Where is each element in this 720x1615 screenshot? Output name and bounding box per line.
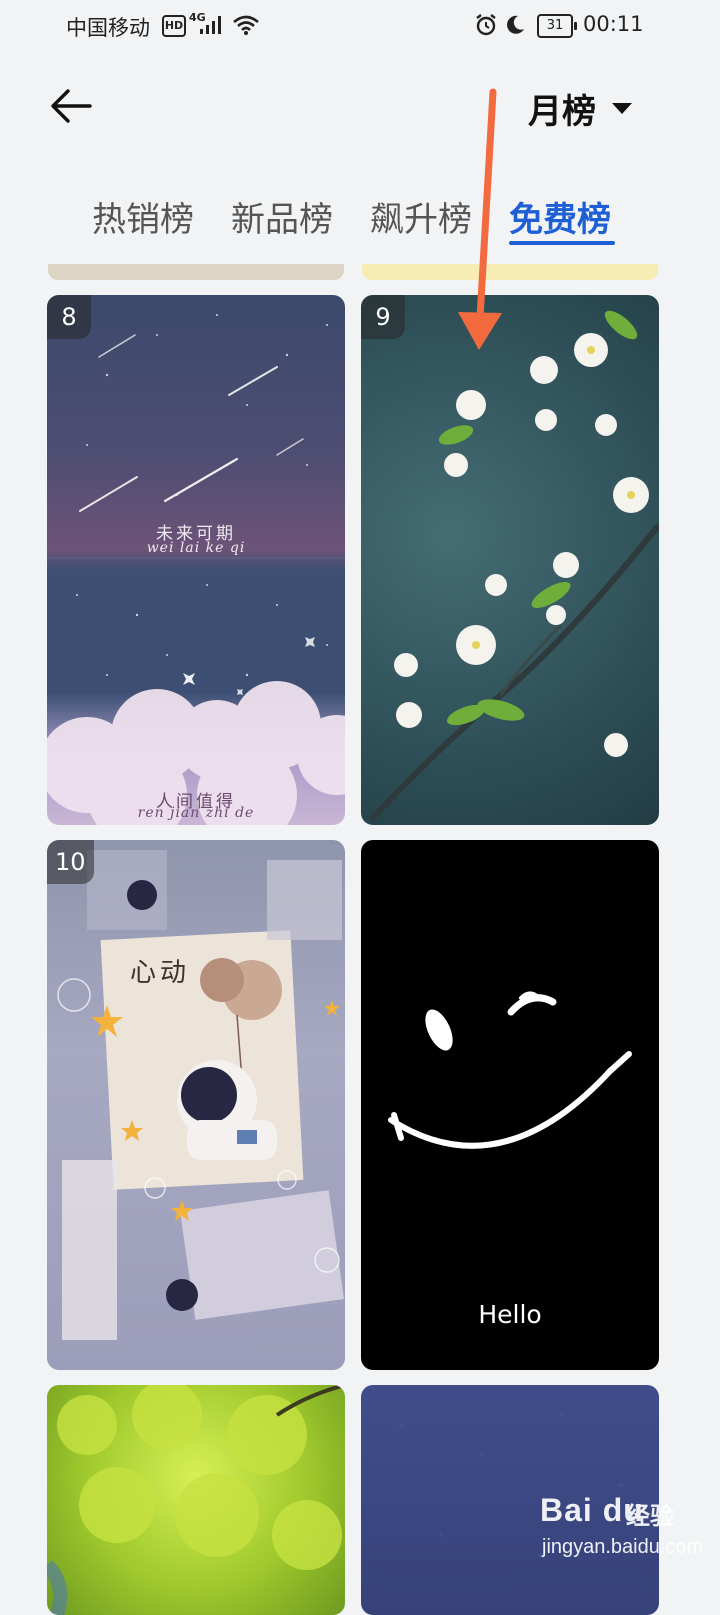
hd-badge: HD [162, 15, 186, 37]
tab-new[interactable]: 新品榜 [231, 192, 333, 241]
period-dropdown[interactable]: 月榜 [528, 86, 632, 132]
baidu-jingyan-watermark: Bai du 经验 jingyan.baidu.com [540, 1492, 710, 1582]
wallpaper-image [368, 310, 659, 823]
ranking-tabs: 热销榜 新品榜 飙升榜 免费榜 [0, 192, 720, 252]
image-divider [47, 557, 345, 559]
tab-rising[interactable]: 飙升榜 [370, 192, 472, 241]
wallpaper-card[interactable]: 心动 10 [47, 840, 345, 1370]
wallpaper-card[interactable] [47, 1385, 345, 1615]
previous-card-edge[interactable] [362, 264, 658, 280]
clock: 00:11 [583, 12, 644, 36]
wallpaper-image [47, 1385, 345, 1615]
signal-icon [200, 16, 221, 34]
wallpaper-heading: 心动 [130, 958, 191, 988]
smiley-face-icon [388, 991, 632, 1149]
rank-badge: 10 [47, 840, 94, 884]
period-label: 月榜 [528, 91, 596, 132]
wallpaper-image [47, 314, 345, 825]
wifi-icon [233, 15, 259, 35]
wallpaper-card[interactable]: Hello [361, 840, 659, 1370]
caption-top-pinyin: wei lai ke qi [146, 540, 246, 556]
wallpaper-image [57, 850, 344, 1340]
watermark-title: 经验 [626, 1502, 674, 1530]
wallpaper-text: Hello [478, 1300, 542, 1329]
status-bar: 中国移动 HD 4G 31 00:11 [0, 0, 720, 52]
carrier-label: 中国移动 [66, 16, 150, 40]
active-tab-indicator [509, 241, 615, 245]
previous-card-edge[interactable] [48, 264, 344, 280]
battery-icon: 31 [537, 14, 577, 38]
moon-icon [507, 15, 524, 34]
alarm-icon [476, 14, 496, 36]
rank-badge: 8 [47, 295, 91, 339]
watermark-url: jingyan.baidu.com [542, 1536, 704, 1558]
wallpaper-card[interactable]: 未来可期 wei lai ke qi 人间值得 ren jian zhi de … [47, 295, 345, 825]
back-arrow-icon[interactable] [48, 86, 96, 126]
tab-free[interactable]: 免费榜 [509, 192, 611, 241]
rank-badge: 9 [361, 295, 405, 339]
tab-bestseller[interactable]: 热销榜 [92, 192, 194, 241]
wallpaper-card[interactable]: 9 [361, 295, 659, 825]
caption-bottom-pinyin: ren jian zhi de [137, 805, 255, 821]
caret-down-icon [612, 102, 632, 114]
